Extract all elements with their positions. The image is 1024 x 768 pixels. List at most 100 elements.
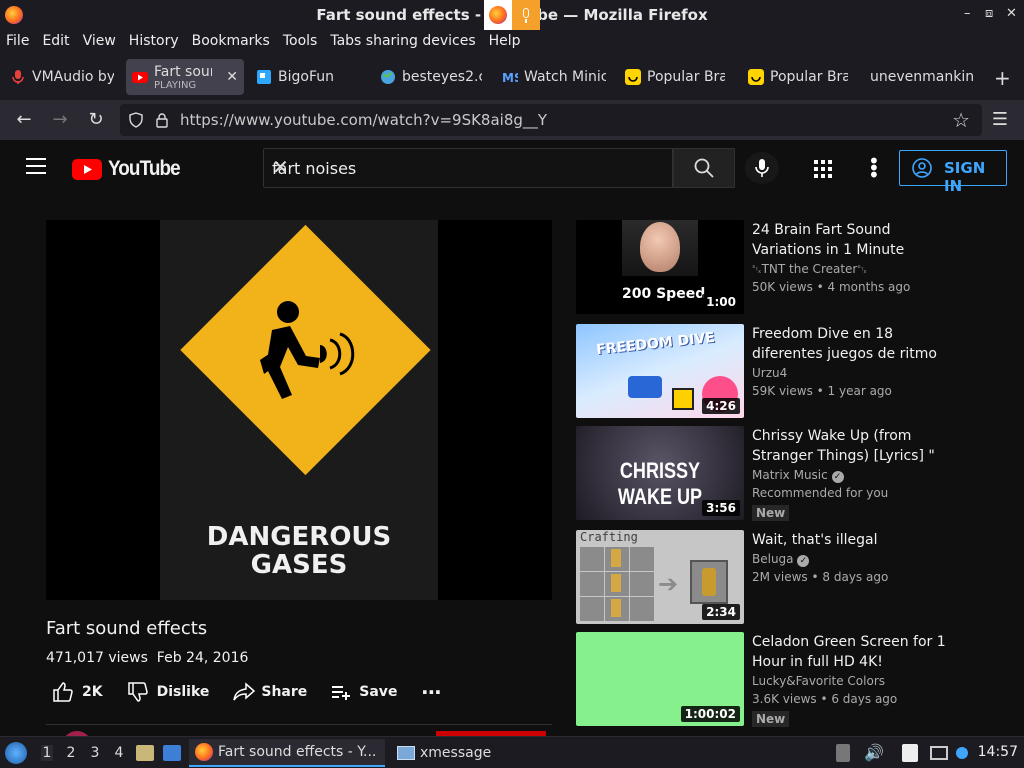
tab-label: Popular Bra xyxy=(770,69,848,85)
upload-date: Feb 24, 2016 xyxy=(156,650,249,666)
workspace-3[interactable]: 3 xyxy=(89,745,101,761)
apps-grid-icon[interactable] xyxy=(814,160,832,178)
video-thumbnail[interactable]: FREEDOM DIVE 4:26 xyxy=(576,324,744,418)
close-window-button[interactable]: ✕ xyxy=(1006,6,1017,21)
rec-channel[interactable]: Matrix Music ✓ xyxy=(752,466,962,484)
sharing-indicator[interactable] xyxy=(484,0,541,30)
show-desktop-icon[interactable] xyxy=(163,744,181,761)
tab-vmaudio[interactable]: VMAudio by xyxy=(10,59,114,95)
tab-popular-brands-1[interactable]: Popular Bra xyxy=(625,59,725,95)
workspace-2[interactable]: 2 xyxy=(65,745,77,761)
video-duration: 1:00 xyxy=(702,294,740,310)
youtube-logo-text: YouTube xyxy=(107,157,181,180)
tab-unevenmankind[interactable]: unevenmankin xyxy=(870,59,974,95)
app-menu-icon[interactable]: ☰ xyxy=(988,108,1012,132)
bookmark-star-icon[interactable]: ☆ xyxy=(952,108,970,132)
search-input[interactable]: fart noises ✕ xyxy=(263,148,673,188)
like-button[interactable]: 2K xyxy=(52,681,103,703)
recommendation-item[interactable]: Crafting ➔ 2:34 Wait, that's illegal Bel… xyxy=(576,530,1016,626)
tab-label: BigoFun xyxy=(278,69,334,85)
video-player[interactable]: DANGEROUS GASES xyxy=(46,220,552,600)
video-thumbnail[interactable]: 1:00:02 xyxy=(576,632,744,726)
clear-search-icon[interactable]: ✕ xyxy=(272,155,660,179)
lock-icon[interactable] xyxy=(154,112,170,128)
menu-view[interactable]: View xyxy=(83,30,116,54)
like-count: 2K xyxy=(82,684,103,700)
tab-youtube-active[interactable]: Fart soun PLAYING ✕ xyxy=(126,59,244,95)
shield-icon[interactable] xyxy=(128,112,144,128)
rec-title[interactable]: Freedom Dive en 18 diferentes juegos de … xyxy=(752,324,962,364)
menu-help[interactable]: Help xyxy=(489,30,521,54)
tab-besteyes[interactable]: besteyes2.c xyxy=(380,59,482,95)
recommendation-item[interactable]: 1:00:02 Celadon Green Screen for 1 Hour … xyxy=(576,632,1016,728)
rec-channel[interactable]: ␂TNT the Creater␂ xyxy=(752,260,962,278)
menu-history[interactable]: History xyxy=(129,30,179,54)
ms-icon: MS xyxy=(502,71,518,85)
back-button[interactable]: ← xyxy=(12,108,36,132)
youtube-logo[interactable]: YouTube xyxy=(72,157,184,181)
taskbar-xmessage[interactable]: xmessage xyxy=(391,739,497,767)
recommendation-item[interactable]: CHRISSY WAKE UP 3:56 Chrissy Wake Up (fr… xyxy=(576,426,1016,522)
tab-label: besteyes2.c xyxy=(402,69,482,85)
dislike-button[interactable]: Dislike xyxy=(127,681,209,703)
restore-button[interactable]: ⧈ xyxy=(985,6,993,21)
share-button[interactable]: Share xyxy=(233,681,307,703)
more-actions-icon[interactable]: ⋯ xyxy=(421,680,441,704)
rec-channel[interactable]: Urzu4 xyxy=(752,364,962,382)
menu-file[interactable]: File xyxy=(6,30,29,54)
network-icon[interactable] xyxy=(929,745,948,760)
close-tab-icon[interactable]: ✕ xyxy=(226,69,238,85)
verified-icon: ✓ xyxy=(797,555,810,567)
video-info: Celadon Green Screen for 1 Hour in full … xyxy=(752,632,962,727)
thumbnail-caption: FREEDOM DIVE xyxy=(595,329,716,359)
clipboard-icon[interactable] xyxy=(836,743,850,762)
url-text: https://www.youtube.com/watch?v=9SK8ai8g… xyxy=(180,111,548,129)
recommendation-item[interactable]: 200 Speed 1:00 24 Brain Fart Sound Varia… xyxy=(576,220,1016,316)
notes-icon[interactable] xyxy=(901,743,918,762)
video-thumbnail[interactable]: Crafting ➔ 2:34 xyxy=(576,530,744,624)
rec-channel[interactable]: Beluga ✓ xyxy=(752,550,962,568)
new-tab-button[interactable]: + xyxy=(994,66,1011,90)
forward-button[interactable]: → xyxy=(48,108,72,132)
menu-edit[interactable]: Edit xyxy=(42,30,69,54)
update-icon[interactable] xyxy=(955,746,968,759)
new-badge: New xyxy=(752,711,790,727)
taskbar-firefox[interactable]: Fart sound effects - Y... xyxy=(189,738,385,767)
rec-views: 3.6K views • 6 days ago xyxy=(752,692,898,706)
tab-popular-brands-2[interactable]: Popular Bra xyxy=(748,59,848,95)
video-thumbnail[interactable]: CHRISSY WAKE UP 3:56 xyxy=(576,426,744,520)
menu-tabs-sharing[interactable]: Tabs sharing devices xyxy=(330,30,475,54)
reload-button[interactable]: ↻ xyxy=(84,108,108,132)
search-button[interactable] xyxy=(673,148,735,188)
rec-title[interactable]: 24 Brain Fart Sound Variations in 1 Minu… xyxy=(752,220,962,260)
menu-tools[interactable]: Tools xyxy=(283,30,318,54)
minimize-button[interactable]: – xyxy=(964,6,971,21)
recommendation-item[interactable]: FREEDOM DIVE 4:26 Freedom Dive en 18 dif… xyxy=(576,324,1016,420)
settings-more-icon[interactable]: • • • xyxy=(868,151,880,185)
thumbs-up-icon xyxy=(53,682,73,702)
mic-icon xyxy=(12,70,24,84)
rec-title[interactable]: Chrissy Wake Up (from Stranger Things) [… xyxy=(752,426,962,466)
file-manager-icon[interactable] xyxy=(136,744,154,761)
tab-bigofun[interactable]: BigoFun xyxy=(256,59,364,95)
rec-channel[interactable]: Lucky&Favorite Colors xyxy=(752,672,962,690)
menu-bookmarks[interactable]: Bookmarks xyxy=(192,30,270,54)
task-label: xmessage xyxy=(420,744,492,761)
window-icon xyxy=(397,745,415,760)
start-menu-icon[interactable] xyxy=(5,741,27,764)
video-thumbnail[interactable]: 200 Speed 1:00 xyxy=(576,220,744,314)
tab-strip: VMAudio by Fart soun PLAYING ✕ BigoFun b… xyxy=(0,54,1024,100)
add-to-playlist-icon xyxy=(332,686,351,700)
volume-icon[interactable]: 🔊 xyxy=(864,743,884,762)
tab-watch-minic[interactable]: MS Watch Minic xyxy=(502,59,606,95)
rec-title[interactable]: Celadon Green Screen for 1 Hour in full … xyxy=(752,632,962,672)
workspace-4[interactable]: 4 xyxy=(113,745,125,761)
voice-search-button[interactable] xyxy=(745,152,779,184)
rec-title[interactable]: Wait, that's illegal xyxy=(752,530,962,550)
save-button[interactable]: Save xyxy=(331,681,397,703)
sign-in-button[interactable]: SIGN IN xyxy=(899,150,1007,195)
guide-menu-icon[interactable] xyxy=(26,158,46,174)
address-bar[interactable]: https://www.youtube.com/watch?v=9SK8ai8g… xyxy=(120,104,982,136)
workspace-1[interactable]: 1 xyxy=(41,744,53,761)
video-actions: 2K Dislike Share Save ⋯ xyxy=(52,680,465,704)
